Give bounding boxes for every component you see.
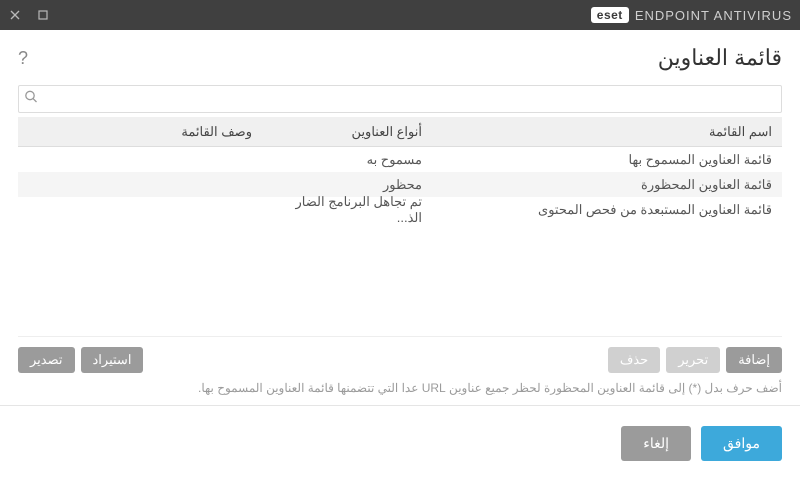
close-icon[interactable]: [8, 8, 22, 22]
delete-button[interactable]: حذف: [608, 347, 660, 373]
search-wrap: [18, 85, 782, 113]
cell-name: قائمة العناوين المحظورة: [432, 177, 782, 193]
product-name: ENDPOINT ANTIVIRUS: [635, 8, 792, 23]
action-bar: إضافة تحرير حذف استيراد تصدير: [18, 337, 782, 381]
cell-type: تم تجاهل البرنامج الضار الذ...: [262, 194, 432, 226]
action-group-primary: إضافة تحرير حذف: [608, 347, 782, 373]
maximize-icon[interactable]: [36, 8, 50, 22]
table-row[interactable]: قائمة العناوين المسموح بها مسموح به: [18, 147, 782, 172]
cell-type: محظور: [262, 177, 432, 193]
hint-text: أضف حرف بدل (*) إلى قائمة العناوين المحظ…: [18, 381, 782, 405]
table-row[interactable]: قائمة العناوين المستبعدة من فحص المحتوى …: [18, 197, 782, 222]
page-title: قائمة العناوين: [658, 45, 782, 71]
cell-type: مسموح به: [262, 152, 432, 168]
cancel-button[interactable]: إلغاء: [621, 426, 691, 461]
col-header-desc[interactable]: وصف القائمة: [18, 124, 262, 140]
address-list-table: اسم القائمة أنواع العناوين وصف القائمة ق…: [18, 117, 782, 337]
window-controls: [8, 8, 50, 22]
titlebar: eset ENDPOINT ANTIVIRUS: [0, 0, 800, 30]
cell-name: قائمة العناوين المستبعدة من فحص المحتوى: [432, 202, 782, 218]
table-body: قائمة العناوين المسموح بها مسموح به قائم…: [18, 147, 782, 337]
help-icon[interactable]: ?: [18, 48, 28, 69]
search-input[interactable]: [18, 85, 782, 113]
titlebar-brand: eset ENDPOINT ANTIVIRUS: [591, 7, 792, 23]
col-header-type[interactable]: أنواع العناوين: [262, 124, 432, 140]
ok-button[interactable]: موافق: [701, 426, 782, 461]
divider: [0, 405, 800, 406]
table-header: اسم القائمة أنواع العناوين وصف القائمة: [18, 117, 782, 147]
import-button[interactable]: استيراد: [81, 347, 144, 373]
col-header-name[interactable]: اسم القائمة: [432, 124, 782, 140]
action-group-io: استيراد تصدير: [18, 347, 143, 373]
footer: موافق إلغاء: [0, 406, 800, 481]
edit-button[interactable]: تحرير: [666, 347, 720, 373]
brand-badge: eset: [591, 7, 629, 23]
cell-name: قائمة العناوين المسموح بها: [432, 152, 782, 168]
add-button[interactable]: إضافة: [726, 347, 782, 373]
export-button[interactable]: تصدير: [18, 347, 75, 373]
header-row: قائمة العناوين ?: [18, 45, 782, 71]
